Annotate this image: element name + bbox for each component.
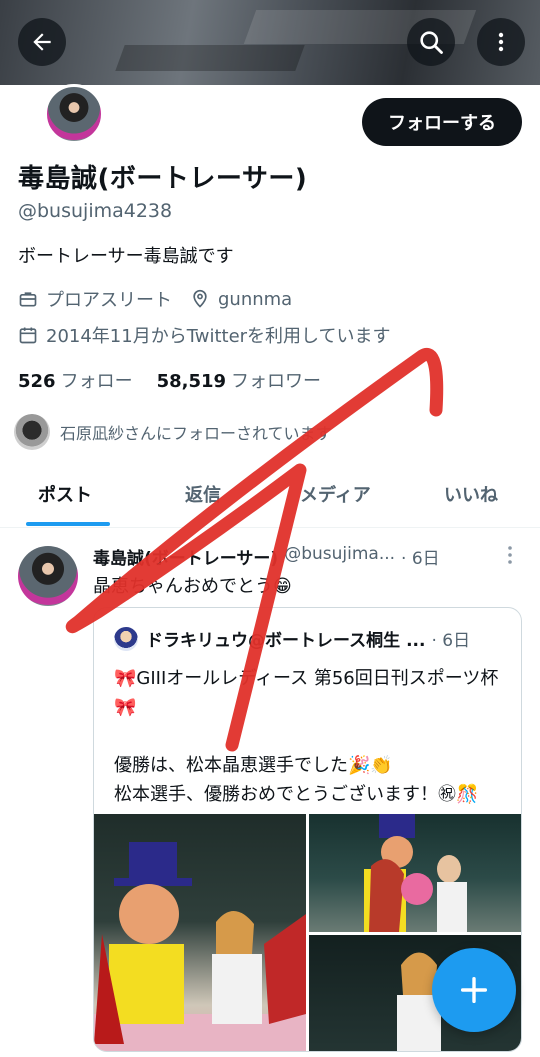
followed-by-text: 石原凪紗さんにフォローされています bbox=[60, 424, 332, 443]
follower-avatar bbox=[14, 414, 50, 450]
profile-meta-row: プロアスリート gunnma bbox=[18, 286, 292, 312]
profile-handle: @busujima4238 bbox=[18, 200, 173, 222]
more-options-button[interactable] bbox=[477, 18, 525, 66]
post-time: · 6日 bbox=[401, 549, 440, 569]
back-button[interactable] bbox=[18, 18, 66, 66]
quoted-author-avatar bbox=[114, 626, 138, 651]
briefcase-icon bbox=[18, 289, 38, 309]
search-icon bbox=[420, 31, 443, 54]
mascot-photo bbox=[94, 842, 306, 1051]
more-vertical-icon bbox=[508, 546, 512, 564]
post-author-handle: @busujima... bbox=[284, 544, 396, 564]
active-tab-indicator bbox=[26, 522, 110, 526]
media-image[interactable] bbox=[94, 814, 306, 1051]
followed-by-row[interactable]: 石原凪紗さんにフォローされています bbox=[14, 414, 332, 450]
profile-joined: 2014年11月からTwitterを利用しています bbox=[46, 326, 391, 347]
following-count: 526 bbox=[18, 371, 56, 392]
tab-likes[interactable]: いいね bbox=[444, 481, 498, 507]
profile-stats: 526 フォロー 58,519 フォロワー bbox=[18, 367, 321, 393]
quoted-post-header: ドラキリュウ@ボートレース桐生 ... · 6日 bbox=[114, 626, 470, 651]
profile-category: プロアスリート bbox=[46, 290, 172, 311]
post-menu-button[interactable] bbox=[502, 544, 518, 566]
tab-replies[interactable]: 返信 bbox=[185, 481, 221, 507]
post-text: 晶恵ちゃんおめでとう😁 bbox=[93, 576, 292, 597]
award-photo bbox=[364, 814, 467, 932]
followers-label: フォロワー bbox=[231, 371, 322, 392]
profile-location-group: gunnma bbox=[190, 289, 292, 310]
search-button[interactable] bbox=[407, 18, 455, 66]
tab-posts[interactable]: ポスト bbox=[38, 481, 92, 507]
post-header: 毒島誠(ボートレーサー) @busujima... · 6日 bbox=[93, 544, 440, 569]
location-pin-icon bbox=[190, 289, 210, 309]
profile-banner bbox=[0, 0, 540, 85]
plus-icon bbox=[460, 976, 488, 1004]
calendar-icon bbox=[18, 325, 38, 345]
following-link[interactable]: 526 フォロー bbox=[18, 367, 133, 393]
media-image[interactable] bbox=[309, 814, 521, 932]
following-label: フォロー bbox=[60, 371, 133, 392]
followers-count: 58,519 bbox=[156, 371, 227, 392]
tab-media[interactable]: メディア bbox=[300, 481, 371, 507]
compose-post-button[interactable] bbox=[432, 948, 516, 1032]
post-author-avatar[interactable] bbox=[18, 546, 78, 606]
profile-avatar[interactable] bbox=[44, 84, 104, 144]
quoted-post-text: 🎀GIIIオールレディース 第56回日刊スポーツ杯🎀 優勝は、松本晶恵選手でした… bbox=[114, 668, 499, 805]
profile-joined-row: 2014年11月からTwitterを利用しています bbox=[18, 322, 391, 348]
quoted-author-name: ドラキリュウ@ボートレース桐生 ... bbox=[146, 631, 426, 651]
more-vertical-icon bbox=[498, 32, 504, 52]
profile-bio: ボートレーサー毒島誠です bbox=[18, 246, 234, 267]
banner-image-detail bbox=[115, 45, 305, 71]
profile-name: 毒島誠(ボートレーサー) bbox=[18, 164, 308, 194]
followers-link[interactable]: 58,519 フォロワー bbox=[157, 367, 321, 393]
post-author-name[interactable]: 毒島誠(ボートレーサー) bbox=[93, 544, 278, 569]
arrow-left-icon bbox=[33, 33, 51, 51]
quoted-post-time: · 6日 bbox=[431, 631, 471, 651]
profile-tabs: ポスト 返信 メディア いいね bbox=[0, 465, 540, 528]
profile-location: gunnma bbox=[218, 288, 293, 310]
follow-button[interactable]: フォローする bbox=[362, 98, 522, 146]
